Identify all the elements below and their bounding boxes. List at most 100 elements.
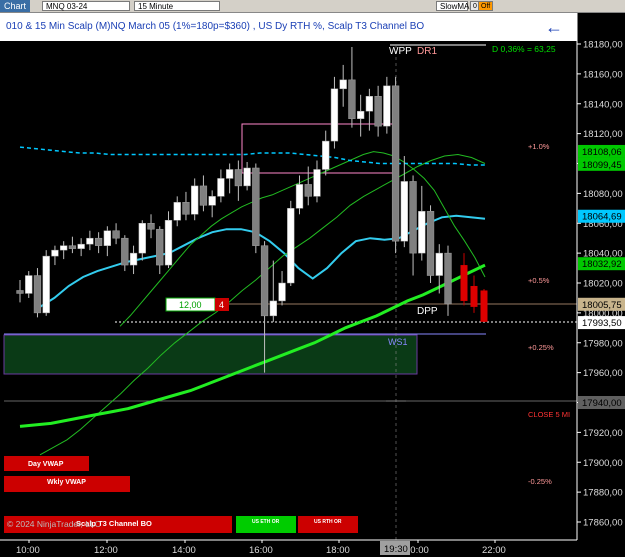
- y-tick-label: 18140,00: [583, 99, 623, 110]
- candle-body: [156, 228, 164, 266]
- price-marker-label: 18064,69: [582, 212, 622, 223]
- candle-body: [225, 169, 234, 179]
- chart-title: 010 & 15 Min Scalp (M)NQ March 05 (1%=18…: [6, 21, 425, 32]
- candle-body: [51, 249, 59, 257]
- price-marker-label: 18032,92: [582, 259, 622, 270]
- candle-body: [365, 96, 374, 112]
- y-tick-label: 18080,00: [583, 189, 623, 200]
- y-tick-label: 17920,00: [583, 428, 623, 439]
- candle-body: [383, 85, 391, 127]
- copyright-text: © 2024 NinjaTrader, LLC: [7, 519, 101, 529]
- candle-body: [68, 245, 77, 249]
- red-candle-body: [460, 265, 468, 301]
- candle-body: [77, 243, 85, 249]
- y-tick-label: 18160,00: [583, 69, 623, 80]
- candle-body: [173, 202, 181, 221]
- us-eth-or-label: US ETH OR: [252, 519, 280, 525]
- ws1-zone: [3, 334, 418, 375]
- candle-body: [42, 255, 50, 314]
- toolbar: Chart MNQ 03-24 15 Minute SlowMA 0 Off: [0, 0, 625, 13]
- instrument-selector[interactable]: MNQ 03-24: [42, 1, 130, 11]
- candle-body: [444, 252, 452, 305]
- candle-body: [191, 185, 199, 215]
- indicator-selector[interactable]: SlowMA: [436, 1, 469, 11]
- x-tick-label: 14:00: [172, 545, 196, 556]
- price-marker-label: 18005,75: [582, 300, 622, 311]
- x-tick-label: 16:00: [249, 545, 273, 556]
- x-tick-label: 18:00: [326, 545, 350, 556]
- pct-plus1-label: +1.0%: [528, 142, 550, 151]
- y-tick-label: 17980,00: [583, 338, 623, 349]
- pct-plus025-label: +0.25%: [528, 343, 554, 352]
- candle-body: [252, 167, 260, 246]
- ws1-label: WS1: [388, 337, 408, 347]
- wkly-vwap-label: Wkly VWAP: [47, 479, 86, 486]
- candle-body: [295, 184, 304, 209]
- pct-minus025-label: -0.25%: [528, 477, 552, 486]
- crosshair-time: 19:30: [384, 544, 408, 555]
- candle-body: [234, 169, 243, 187]
- candle-body: [304, 184, 312, 197]
- candle-body: [182, 202, 190, 215]
- candle-body: [86, 237, 94, 245]
- candle-body: [25, 275, 33, 294]
- price-marker-label: 17940,00: [582, 398, 622, 409]
- candle-body: [435, 252, 443, 276]
- candle-body: [208, 196, 216, 206]
- y-tick-label: 18180,00: [583, 40, 623, 51]
- candle-body: [217, 178, 225, 197]
- candle-body: [269, 300, 277, 317]
- candle-body: [94, 237, 103, 246]
- pct-plus05-label: +0.5%: [528, 276, 550, 285]
- candle-body: [103, 230, 111, 246]
- candle-body: [426, 211, 435, 276]
- x-tick-label: 22:00: [482, 545, 506, 556]
- y-tick-label: 17960,00: [583, 368, 623, 379]
- order-num: 4: [219, 300, 224, 310]
- candle-body: [278, 282, 286, 302]
- candle-body: [287, 208, 295, 284]
- candle-body: [322, 140, 330, 170]
- x-tick-label: 12:00: [94, 545, 118, 556]
- candle-body: [243, 167, 251, 187]
- candle-body: [409, 181, 417, 254]
- y-tick-label: 18120,00: [583, 129, 623, 140]
- candle-body: [60, 245, 68, 251]
- chart-title-bar: 010 & 15 Min Scalp (M)NQ March 05 (1%=18…: [0, 13, 577, 41]
- y-tick-label: 17880,00: [583, 488, 623, 499]
- y-tick-label: 18020,00: [583, 279, 623, 290]
- y-tick-label: 17860,00: [583, 518, 623, 529]
- toolbar-off-button[interactable]: Off: [478, 1, 494, 11]
- candle-body: [418, 211, 426, 254]
- candle-body: [112, 230, 120, 239]
- us-rth-or-label: US RTH OR: [314, 519, 342, 525]
- dpp-label: DPP: [417, 306, 438, 317]
- candle-body: [400, 181, 408, 242]
- red-candle-body: [470, 285, 478, 307]
- price-marker-label: 17993,50: [582, 318, 622, 329]
- price-chart[interactable]: WPP DR1 D 0,36% = 63,25 +1.0% +0.5% +0.2…: [0, 0, 625, 557]
- x-tick-label: 10:00: [16, 545, 40, 556]
- candle-body: [374, 96, 382, 127]
- dr1-label: DR1: [417, 46, 437, 57]
- candle-body: [16, 290, 24, 294]
- price-marker-label: 18108,06: [582, 147, 622, 158]
- back-arrow-icon[interactable]: ←: [545, 13, 563, 41]
- candle-body: [348, 79, 356, 119]
- candle-body: [391, 85, 400, 242]
- candle-body: [357, 110, 365, 119]
- chart-tab[interactable]: Chart: [0, 0, 31, 12]
- price-marker-label: 18099,45: [582, 160, 622, 171]
- day-vwap-label: Day VWAP: [28, 461, 64, 468]
- red-candle-body: [480, 290, 488, 322]
- y-tick-label: 17900,00: [583, 458, 623, 469]
- candle-body: [313, 169, 321, 197]
- candle-body: [199, 185, 208, 206]
- candle-body: [147, 223, 155, 230]
- timeframe-selector[interactable]: 15 Minute: [134, 1, 220, 11]
- candle-body: [138, 223, 146, 254]
- order-qty: 12,00: [179, 300, 202, 310]
- candle-body: [339, 79, 347, 90]
- daily-stat-label: D 0,36% = 63,25: [492, 44, 556, 54]
- candle-body: [164, 220, 173, 266]
